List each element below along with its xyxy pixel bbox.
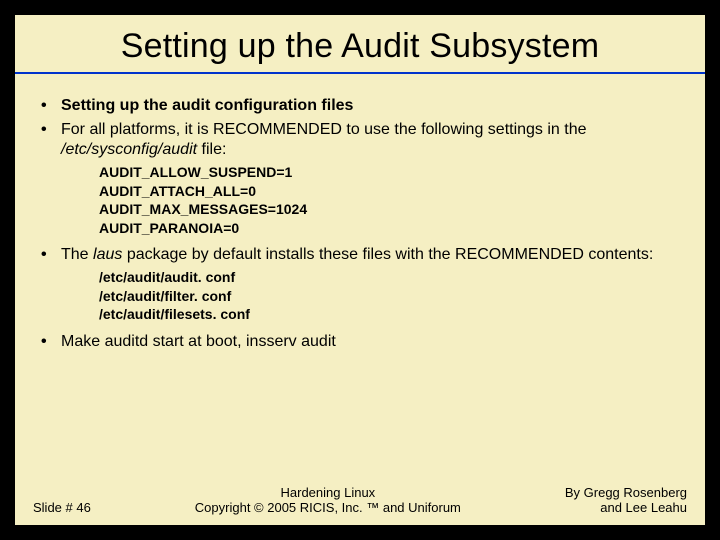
bullet-text-prefix: For all platforms, it is RECOMMENDED to … — [61, 121, 587, 138]
bullet-text: Make auditd start at boot, insserv audit — [61, 333, 336, 350]
footer-author-line: By Gregg Rosenberg — [565, 485, 687, 500]
bullet-item: The laus package by default installs the… — [33, 245, 687, 324]
sub-item: AUDIT_MAX_MESSAGES=1024 — [99, 201, 687, 219]
footer-center: Hardening Linux Copyright © 2005 RICIS, … — [101, 485, 555, 515]
slide-content: Setting up the audit configuration files… — [15, 74, 705, 352]
bullet-item: Make auditd start at boot, insserv audit — [33, 332, 687, 352]
bullet-text-prefix: The — [61, 246, 93, 263]
footer-author-line: and Lee Leahu — [565, 500, 687, 515]
bullet-item: For all platforms, it is RECOMMENDED to … — [33, 120, 687, 237]
bullet-text-suffix: file: — [197, 141, 226, 158]
sub-item: /etc/audit/filter. conf — [99, 288, 687, 306]
footer-copyright: Copyright © 2005 RICIS, Inc. ™ and Unifo… — [101, 500, 555, 515]
sub-item: AUDIT_PARANOIA=0 — [99, 220, 687, 238]
bullet-text-em: /etc/sysconfig/audit — [61, 141, 197, 158]
sub-item: /etc/audit/audit. conf — [99, 269, 687, 287]
bullet-text: Setting up the audit configuration files — [61, 97, 353, 114]
footer-authors: By Gregg Rosenberg and Lee Leahu — [555, 485, 687, 515]
sub-list: AUDIT_ALLOW_SUSPEND=1 AUDIT_ATTACH_ALL=0… — [61, 164, 687, 237]
slide-title: Setting up the Audit Subsystem — [15, 15, 705, 74]
bullet-item: Setting up the audit configuration files — [33, 96, 687, 116]
sub-list: /etc/audit/audit. conf /etc/audit/filter… — [61, 269, 687, 324]
bullet-text-suffix: package by default installs these files … — [122, 246, 653, 263]
sub-item: /etc/audit/filesets. conf — [99, 306, 687, 324]
footer-title: Hardening Linux — [101, 485, 555, 500]
footer-slide-number: Slide # 46 — [33, 500, 101, 515]
bullet-list: Setting up the audit configuration files… — [33, 96, 687, 352]
bullet-text-em: laus — [93, 246, 122, 263]
sub-item: AUDIT_ATTACH_ALL=0 — [99, 183, 687, 201]
slide: Setting up the Audit Subsystem Setting u… — [14, 14, 706, 526]
sub-item: AUDIT_ALLOW_SUSPEND=1 — [99, 164, 687, 182]
slide-footer: Slide # 46 Hardening Linux Copyright © 2… — [15, 485, 705, 515]
